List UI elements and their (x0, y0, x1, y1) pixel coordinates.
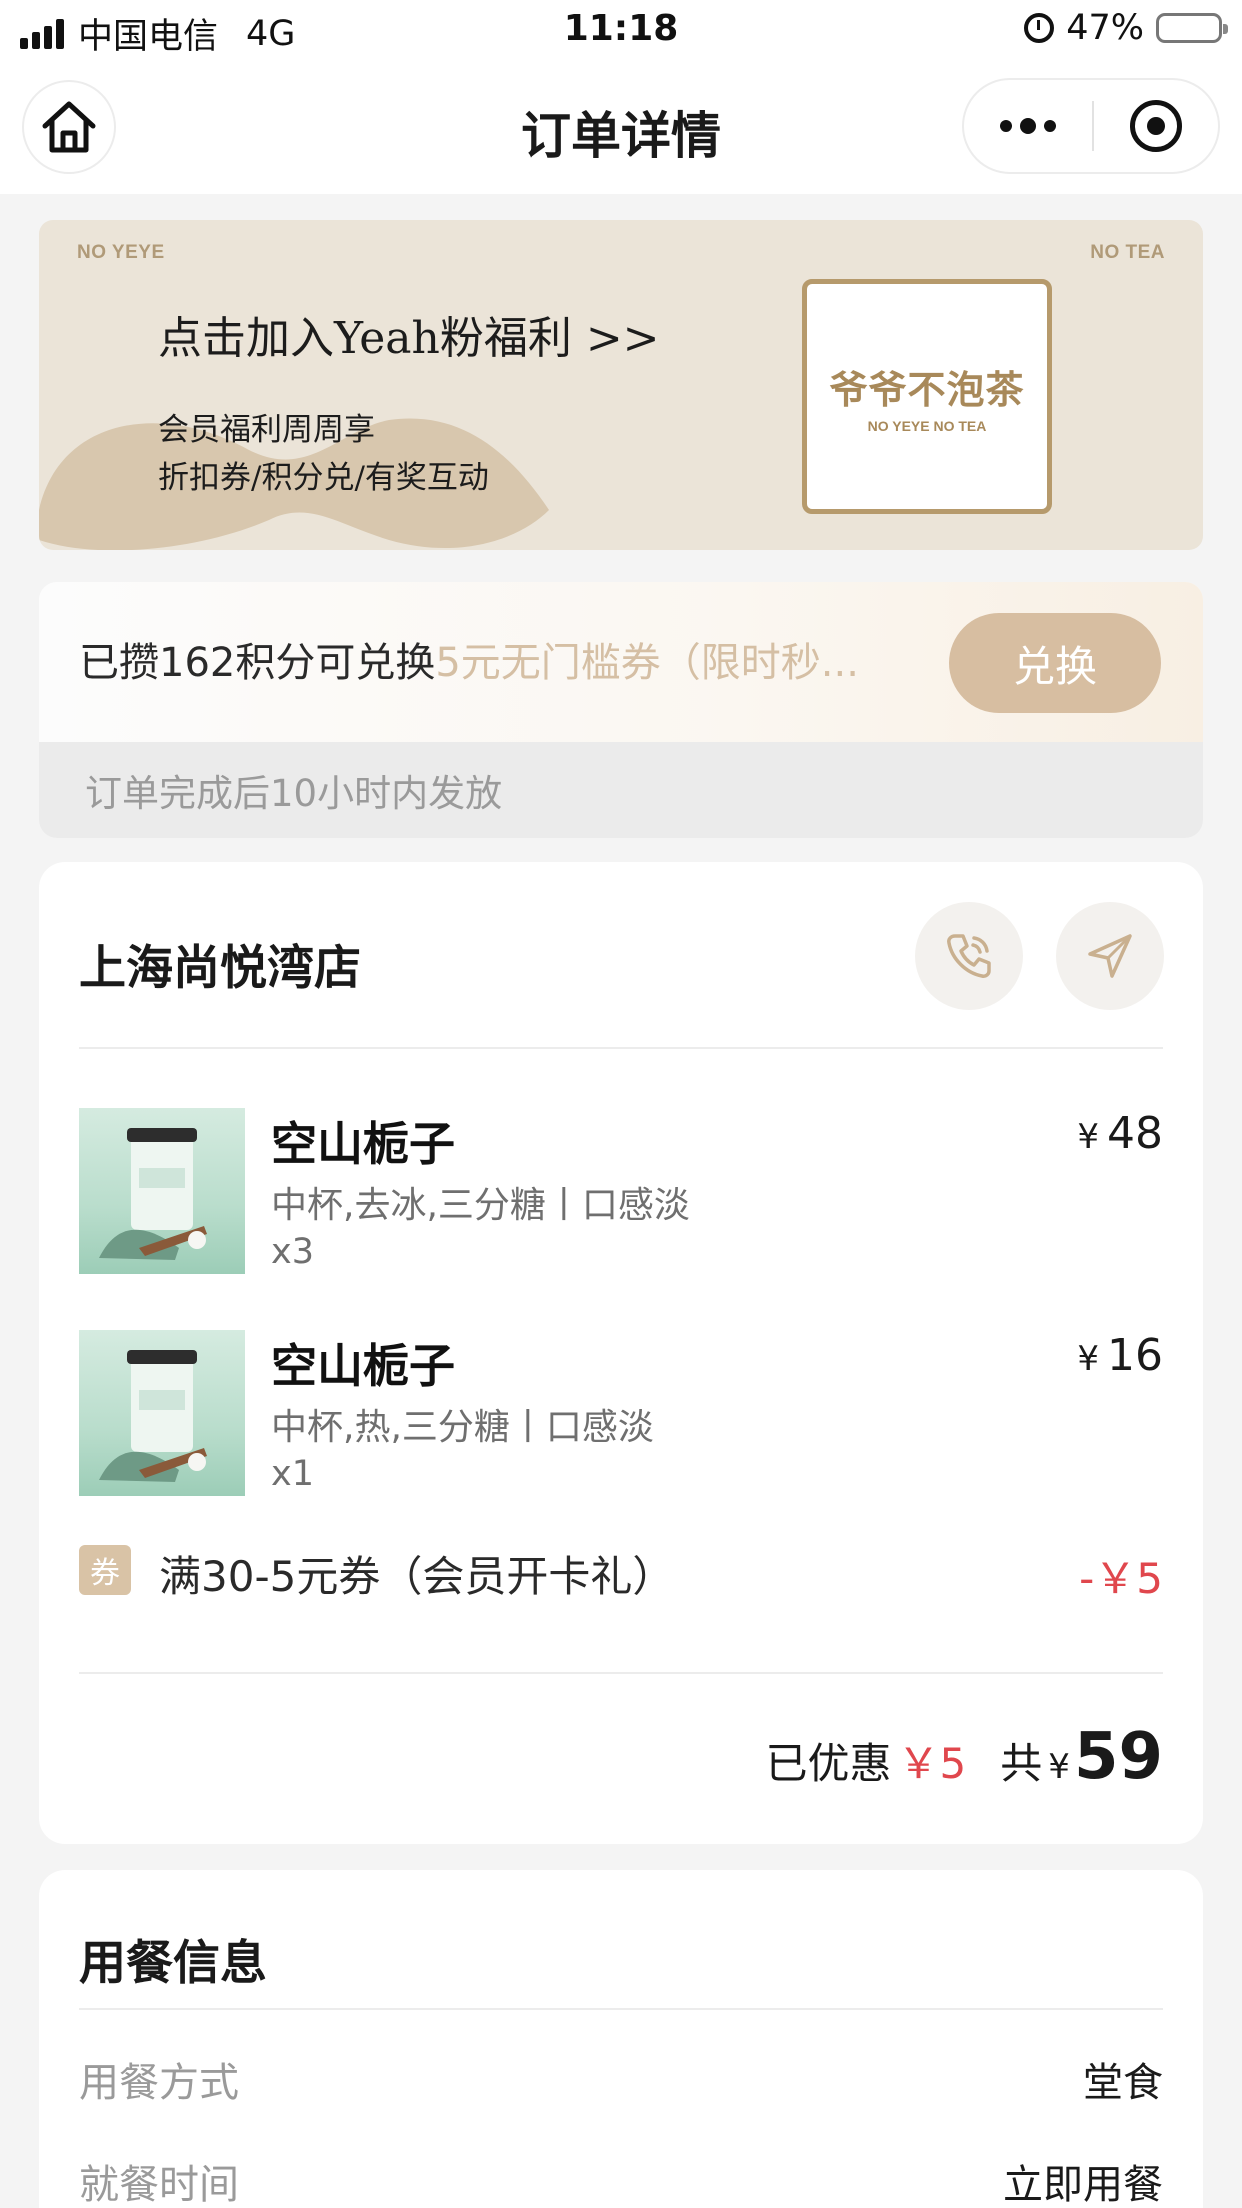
points-text: 已攒162积分可兑换5元无门槛券（限时秒... (79, 630, 939, 688)
order-totals: 已优惠 ￥5 共 ¥ 59 (766, 1720, 1163, 1794)
dining-title: 用餐信息 (79, 1936, 267, 1991)
dining-time-row: 就餐时间 立即用餐 (79, 2152, 1163, 2208)
more-dots-icon[interactable] (964, 118, 1092, 134)
battery-percent: 47% (1066, 8, 1144, 48)
target-close-icon (1130, 100, 1182, 152)
coupon-text: 满30-5元券（会员开卡礼） (159, 1552, 675, 1601)
item-currency: ¥ (1077, 1339, 1099, 1379)
nav-bar: 订单详情 (0, 62, 1242, 194)
coupon-row: 券 满30-5元券（会员开卡礼） -￥5 (79, 1543, 1163, 1603)
item-name: 空山栀子 (271, 1339, 455, 1393)
close-button[interactable] (1094, 100, 1218, 152)
phone-icon (947, 934, 991, 978)
brand-logo-cn: 爷爷不泡茶 (829, 368, 1025, 412)
status-right: 47% (1024, 8, 1228, 48)
drink-illustration (99, 1128, 207, 1260)
dining-info-card: 用餐信息 用餐方式 堂食 就餐时间 立即用餐 (39, 1870, 1203, 2208)
info-value: 堂食 (1083, 2060, 1163, 2106)
banner-corner-left: NO YEYE (77, 242, 165, 263)
item-price-value: 16 (1107, 1330, 1163, 1381)
total-label: 共 (1000, 1739, 1043, 1788)
points-text-prefix: 已攒162积分可兑换 (79, 640, 436, 686)
product-image (79, 1330, 245, 1496)
alarm-icon (1024, 13, 1055, 43)
info-value: 立即用餐 (1003, 2162, 1163, 2208)
exchange-button[interactable]: 兑换 (949, 613, 1161, 713)
item-currency: ¥ (1077, 1117, 1099, 1157)
divider (79, 1672, 1163, 1674)
order-card: 上海尚悦湾店 空山栀子 中杯,去冰,三分糖丨口感淡 x3 ¥48 空山栀子 中杯… (39, 862, 1203, 1844)
dining-method-row: 用餐方式 堂食 (79, 2050, 1163, 2108)
brand-logo: 爷爷不泡茶 NO YEYE NO TEA (802, 279, 1052, 514)
battery-icon (1156, 13, 1228, 43)
product-image (79, 1108, 245, 1274)
item-spec: 中杯,热,三分糖丨口感淡 (271, 1407, 654, 1448)
item-qty: x1 (271, 1454, 314, 1494)
order-item: 空山栀子 中杯,热,三分糖丨口感淡 x1 ¥16 (79, 1330, 1163, 1498)
saved-label: 已优惠 (765, 1739, 892, 1788)
divider (79, 2008, 1163, 2010)
item-spec: 中杯,去冰,三分糖丨口感淡 (271, 1185, 690, 1226)
divider (79, 1047, 1163, 1049)
coupon-amount: -￥5 (1079, 1554, 1163, 1603)
info-label: 用餐方式 (79, 2060, 239, 2106)
points-note: 订单完成后10小时内发放 (39, 742, 1203, 838)
coupon-badge: 券 (79, 1545, 131, 1595)
item-price: ¥48 (1077, 1108, 1163, 1159)
points-row: 已攒162积分可兑换5元无门槛券（限时秒... 兑换 (39, 582, 1203, 742)
status-bar: 中国电信 4G 11:18 47% (0, 0, 1242, 62)
total-currency: ¥ (1048, 1747, 1070, 1787)
navigate-button[interactable] (1056, 902, 1164, 1010)
navigate-icon (1088, 934, 1132, 978)
banner-line-2: 折扣券/积分兑/有奖互动 (158, 460, 489, 496)
total-amount: 59 (1073, 1720, 1163, 1794)
points-card: 已攒162积分可兑换5元无门槛券（限时秒... 兑换 订单完成后10小时内发放 (39, 582, 1203, 838)
brand-logo-en: NO YEYE NO TEA (867, 418, 987, 434)
call-store-button[interactable] (915, 902, 1023, 1010)
item-qty: x3 (271, 1232, 314, 1272)
banner-headline: 点击加入Yeah粉福利 >> (158, 313, 660, 364)
drink-illustration (99, 1350, 207, 1482)
points-text-highlight: 5元无门槛券（限时秒... (435, 640, 859, 686)
order-item: 空山栀子 中杯,去冰,三分糖丨口感淡 x3 ¥48 (79, 1108, 1163, 1276)
membership-banner[interactable]: NO YEYE NO TEA 点击加入Yeah粉福利 >> 会员福利周周享 折扣… (39, 220, 1203, 550)
saved-amount: ￥5 (897, 1739, 967, 1788)
item-price-value: 48 (1107, 1108, 1163, 1159)
item-price: ¥16 (1077, 1330, 1163, 1381)
banner-corner-right: NO TEA (1090, 242, 1165, 263)
banner-line-1: 会员福利周周享 (158, 412, 375, 448)
item-name: 空山栀子 (271, 1117, 455, 1171)
store-name: 上海尚悦湾店 (79, 941, 361, 996)
info-label: 就餐时间 (79, 2162, 239, 2208)
mini-program-capsule (962, 78, 1220, 174)
